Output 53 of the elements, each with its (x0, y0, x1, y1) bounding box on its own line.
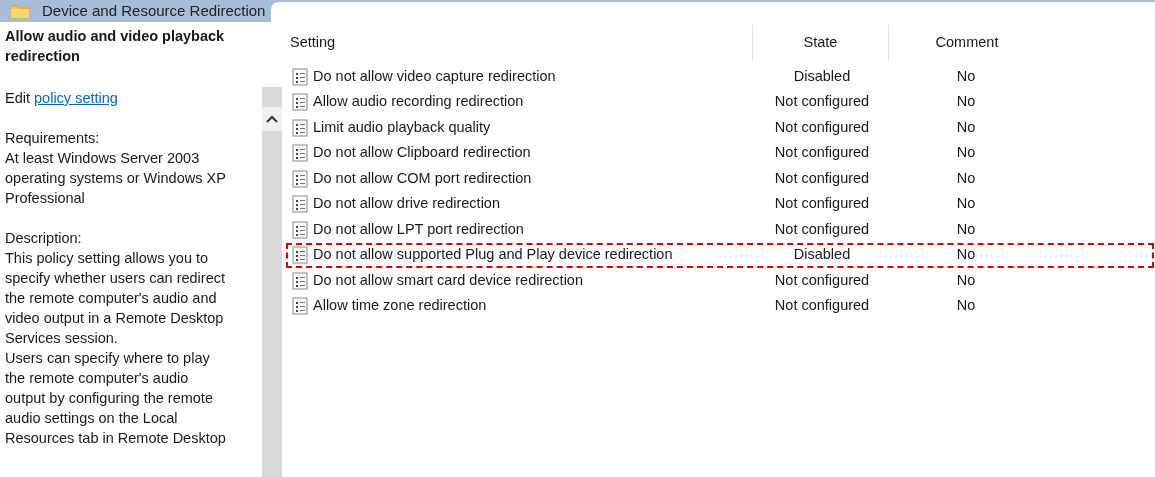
state-cell-text: Not configured (773, 168, 871, 188)
requirements-text: Requirements: At least Windows Server 2003 operating systems or Windows XP Professional (5, 129, 227, 208)
state-cell-text: Not configured (773, 117, 871, 137)
header-title: Device and Resource Redirection (42, 0, 266, 21)
column-header[interactable]: Setting (286, 32, 752, 54)
state-cell-text: Not configured (773, 270, 871, 290)
comment-cell-text: No (955, 168, 977, 188)
state-cell-text: Not configured (773, 143, 871, 163)
folder-icon (10, 3, 30, 19)
comment-cell-text: No (955, 194, 977, 214)
setting-name[interactable]: Limit audio playback quality (313, 116, 491, 139)
edit-label: Edit (5, 90, 30, 106)
policy-icon (292, 220, 308, 239)
setting-name[interactable]: Allow audio recording redirection (313, 91, 524, 114)
setting-name[interactable]: Do not allow supported Plug and Play device redirection (313, 244, 673, 267)
policy-icon (292, 271, 308, 290)
setting-name[interactable]: Do not allow Clipboard redirection (313, 142, 531, 165)
policy-icon (292, 169, 308, 188)
policy-icon (292, 144, 308, 163)
comment-cell-text: No (955, 92, 977, 112)
state-cell-text: Not configured (773, 194, 871, 214)
policy-icon (292, 195, 308, 214)
comment-cell-text: No (955, 270, 977, 290)
policy-setting-link[interactable]: policy setting (34, 90, 118, 106)
policy-icon (292, 118, 308, 137)
setting-name[interactable]: Allow time zone redirection (313, 295, 487, 318)
state-cell-text: Not configured (773, 92, 871, 112)
setting-name[interactable]: Do not allow video capture redirection (313, 65, 556, 88)
column-header[interactable]: State (752, 25, 888, 61)
policy-icon (292, 93, 308, 112)
state-cell-text: Not configured (773, 296, 871, 316)
comment-cell-text: No (955, 296, 977, 316)
comment-cell-text: No (955, 245, 977, 265)
scroll-up-button[interactable] (262, 107, 282, 131)
state-cell-text: Disabled (792, 66, 852, 86)
comment-cell-text: No (955, 66, 977, 86)
scrollbar[interactable] (262, 87, 282, 477)
state-cell-text: Disabled (792, 245, 852, 265)
description-text: Description: This policy setting allows you to specify whether users can redirect the remote computer's audio and video output in a Remote Desktop Services session. Users can specify where to play the remote computer's audio output by configuring the remote audio settings on the Local Resources tab in Remote Desktop (5, 229, 227, 448)
setting-name[interactable]: Do not allow LPT port redirection (313, 218, 524, 241)
state-cell-text: Not configured (773, 219, 871, 239)
comment-cell-text: No (955, 219, 977, 239)
comment-cell-text: No (955, 143, 977, 163)
column-header[interactable]: Comment (888, 25, 1155, 61)
setting-name[interactable]: Do not allow COM port redirection (313, 167, 532, 190)
chevron-up-icon (266, 115, 278, 123)
comment-cell-text: No (955, 117, 977, 137)
policy-title: Allow audio and video playback redirection (5, 27, 226, 66)
setting-name[interactable]: Do not allow smart card device redirection (313, 269, 583, 292)
policy-icon (292, 246, 308, 265)
policy-icon (292, 297, 308, 316)
setting-name[interactable]: Do not allow drive redirection (313, 193, 500, 216)
policy-icon (292, 67, 308, 86)
